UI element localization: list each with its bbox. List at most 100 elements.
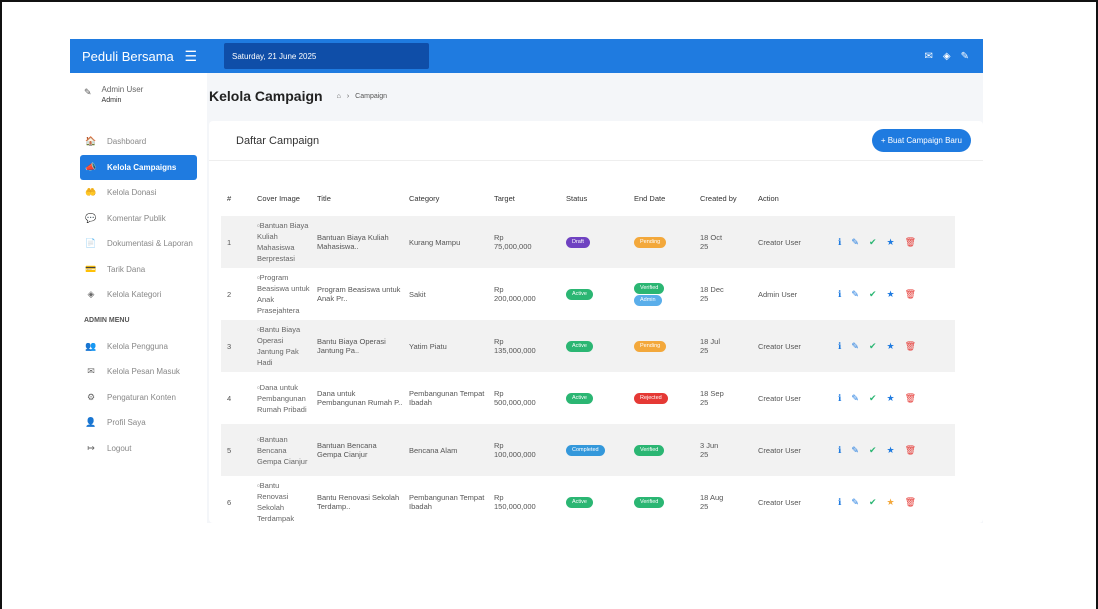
- tarik-dana-icon: 💳: [85, 263, 97, 274]
- created-by: Creator User: [758, 393, 801, 403]
- admin-menu-heading: ADMIN MENU: [84, 317, 130, 324]
- cover-image-alt: ▫Dana untuk Pembangunan Rumah Pribadi: [257, 382, 307, 414]
- campaign-category: Sakit: [409, 289, 426, 299]
- profil-saya-icon: 👤: [85, 417, 97, 428]
- edit-icon[interactable]: ✎: [851, 445, 859, 456]
- created-date: 18 Oct 25: [694, 216, 752, 268]
- action-buttons: ℹ ✎ ✔ ★ 🗑: [838, 289, 955, 300]
- star-icon[interactable]: ★: [887, 341, 895, 352]
- star-icon[interactable]: ★: [887, 497, 895, 508]
- delete-icon[interactable]: 🗑: [905, 497, 916, 508]
- menu-icon[interactable]: ☰: [184, 48, 197, 65]
- sidebar-item-tarik-dana[interactable]: 💳 Tarik Dana: [70, 257, 207, 283]
- campaign-target: Rp 200,000,000: [494, 285, 536, 303]
- status-badge: Draft: [566, 237, 590, 248]
- sidebar-item-label: Dashboard: [107, 137, 147, 147]
- sidebar-item-kelola-pesan-masuk[interactable]: ✉ Kelola Pesan Masuk: [70, 359, 207, 385]
- sidebar-item-komentar-publik[interactable]: 💬 Komentar Publik: [70, 206, 207, 232]
- edit-icon[interactable]: ✎: [851, 497, 859, 508]
- check-icon[interactable]: ✔: [869, 289, 877, 300]
- action-buttons: ℹ ✎ ✔ ★ 🗑: [838, 237, 955, 248]
- user-panel: ✎ Admin User Admin: [70, 73, 207, 115]
- brand-name[interactable]: Peduli Bersama: [82, 49, 174, 64]
- status-badge: Active: [566, 341, 593, 352]
- star-icon[interactable]: ★: [887, 237, 895, 248]
- sidebar-item-label: Kelola Campaigns: [107, 162, 177, 172]
- check-icon[interactable]: ✔: [869, 341, 877, 352]
- action-cell: ℹ ✎ ✔ ★ 🗑: [832, 424, 955, 476]
- campaign-title: Bantu Biaya Operasi Jantung Pa..: [311, 320, 403, 372]
- delete-icon[interactable]: 🗑: [905, 289, 916, 300]
- created-date: 18 Jul 25: [694, 320, 752, 372]
- sidebar-item-kelola-donasi[interactable]: 🤲 Kelola Donasi: [70, 180, 207, 206]
- info-icon[interactable]: ℹ: [838, 289, 841, 300]
- card-header: Daftar Campaign + Buat Campaign Baru: [209, 121, 983, 161]
- delete-icon[interactable]: 🗑: [905, 393, 916, 404]
- table-row: 1 ▫Bantuan Biaya Kuliah Mahasiswa Berpres…: [221, 216, 955, 268]
- edit-icon[interactable]: ✎: [851, 341, 859, 352]
- layers-icon[interactable]: ◈: [943, 51, 951, 62]
- sidebar-item-label: Logout: [107, 443, 132, 453]
- verification-badge: Pending: [634, 237, 667, 248]
- sidebar-item-dokumentasi-laporan[interactable]: 📄 Dokumentasi & Laporan: [70, 231, 207, 257]
- create-campaign-button[interactable]: + Buat Campaign Baru: [871, 129, 971, 152]
- created-date: 18 Sep 25: [700, 389, 724, 407]
- created-date: 3 Jun 25: [694, 424, 752, 476]
- check-icon[interactable]: ✔: [869, 445, 877, 456]
- campaign-target: Rp 75,000,000: [488, 216, 560, 268]
- delete-icon[interactable]: 🗑: [905, 237, 916, 248]
- sidebar-item-label: Profil Saya: [107, 418, 146, 428]
- campaign-title: Program Beasiswa untuk Anak Pr..: [317, 285, 401, 303]
- star-icon[interactable]: ★: [887, 393, 895, 404]
- created-date: 18 Dec 25: [700, 285, 724, 303]
- sidebar-item-kelola-kategori[interactable]: ◈ Kelola Kategori: [70, 282, 207, 308]
- sidebar-item-label: Tarik Dana: [107, 264, 146, 274]
- sidebar-item-dashboard[interactable]: 🏠 Dashboard: [70, 129, 207, 155]
- user-icon[interactable]: ✎: [961, 51, 969, 62]
- campaign-category: Kurang Mampu: [403, 216, 488, 268]
- delete-icon[interactable]: 🗑: [905, 341, 916, 352]
- edit-icon[interactable]: ✎: [851, 237, 859, 248]
- star-icon[interactable]: ★: [887, 289, 895, 300]
- sidebar-item-kelola-campaigns[interactable]: 📣 Kelola Campaigns: [80, 154, 197, 180]
- home-icon[interactable]: ⌂: [337, 93, 341, 100]
- end-date-cell: Verified: [628, 476, 694, 523]
- star-icon[interactable]: ★: [887, 445, 895, 456]
- broken-image-icon: ▫: [257, 434, 260, 444]
- status-badge: Active: [566, 289, 593, 300]
- info-icon[interactable]: ℹ: [838, 393, 841, 404]
- status-badge: Active: [566, 497, 593, 508]
- info-icon[interactable]: ℹ: [838, 237, 841, 248]
- delete-icon[interactable]: 🗑: [905, 445, 916, 456]
- check-icon[interactable]: ✔: [869, 497, 877, 508]
- verification-badge: Admin: [634, 295, 662, 306]
- breadcrumb-current: Campaign: [355, 92, 388, 100]
- kelola-pesan-masuk-icon: ✉: [87, 366, 95, 377]
- sidebar-item-label: Pengaturan Konten: [107, 392, 176, 402]
- info-icon[interactable]: ℹ: [838, 445, 841, 456]
- sidebar-item-pengaturan-konten[interactable]: ⚙ Pengaturan Konten: [70, 385, 207, 411]
- check-icon[interactable]: ✔: [869, 237, 877, 248]
- broken-image-icon: ▫: [257, 221, 260, 230]
- sidebar-item-profil-saya[interactable]: 👤 Profil Saya: [70, 410, 207, 436]
- action-buttons: ℹ ✎ ✔ ★ 🗑: [838, 497, 955, 508]
- status-cell: Active: [560, 372, 628, 424]
- row-number: 5: [221, 424, 251, 476]
- info-icon[interactable]: ℹ: [838, 341, 841, 352]
- sidebar-item-label: Dokumentasi & Laporan: [107, 239, 193, 249]
- verification-badge: Rejected: [634, 393, 668, 404]
- created-by: Creator User: [752, 424, 832, 476]
- column-header-status: Status: [566, 194, 588, 203]
- row-number: 6: [227, 497, 232, 507]
- sidebar-item-logout[interactable]: ↦ Logout: [70, 436, 207, 462]
- status-cell: Active: [560, 268, 628, 320]
- check-icon[interactable]: ✔: [869, 393, 877, 404]
- broken-image-icon: ▫: [257, 382, 260, 392]
- edit-icon[interactable]: ✎: [851, 393, 859, 404]
- mail-icon[interactable]: ✉: [925, 51, 933, 62]
- sidebar-item-kelola-pengguna[interactable]: 👥 Kelola Pengguna: [70, 334, 207, 360]
- edit-icon[interactable]: ✎: [851, 289, 859, 300]
- info-icon[interactable]: ℹ: [838, 497, 841, 508]
- breadcrumb-separator: ›: [346, 92, 350, 100]
- action-cell: ℹ ✎ ✔ ★ 🗑: [832, 372, 955, 424]
